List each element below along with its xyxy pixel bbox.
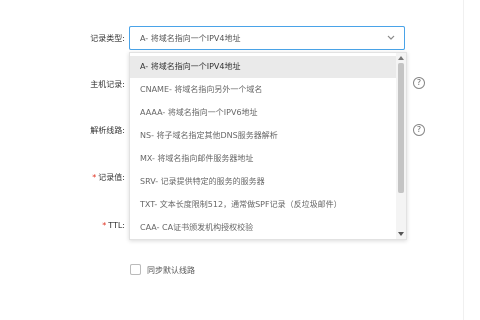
record-type-label: 记录类型: (90, 34, 125, 43)
line-label: 解析线路: (90, 126, 125, 135)
scroll-up-icon[interactable] (398, 55, 404, 61)
dropdown-scrollbar[interactable] (396, 53, 406, 239)
record-type-selected-value: A- 将域名指向一个IPV4地址 (140, 34, 241, 43)
help-icon-host[interactable]: ? (413, 77, 425, 89)
required-mark: * (92, 173, 97, 182)
sync-default-line-label: 同步默认线路 (147, 266, 195, 275)
dropdown-option-caa[interactable]: CAA- CA证书颁发机构授权校验 (130, 217, 396, 239)
record-type-dropdown: A- 将域名指向一个IPV4地址 CNAME- 将域名指向另外一个域名 AAAA… (129, 52, 407, 240)
dropdown-option-a[interactable]: A- 将域名指向一个IPV4地址 (130, 56, 396, 78)
chevron-down-icon (387, 35, 395, 40)
panel-divider (463, 0, 464, 320)
scrollbar-thumb[interactable] (398, 63, 404, 193)
sync-default-line-checkbox[interactable] (130, 264, 141, 275)
value-label: * 记录值: (92, 173, 125, 182)
host-label: 主机记录: (90, 80, 125, 89)
dropdown-option-srv[interactable]: SRV- 记录提供特定的服务的服务器 (130, 171, 396, 193)
required-mark: * (102, 221, 107, 230)
ttl-label: * TTL: (102, 221, 125, 230)
dropdown-option-mx[interactable]: MX- 将域名指向邮件服务器地址 (130, 148, 396, 170)
dropdown-option-aaaa[interactable]: AAAA- 将域名指向一个IPV6地址 (130, 102, 396, 124)
record-type-select[interactable]: A- 将域名指向一个IPV4地址 (129, 26, 405, 50)
scroll-down-icon[interactable] (398, 231, 404, 237)
help-icon-line[interactable]: ? (413, 124, 425, 136)
dropdown-option-ns[interactable]: NS- 将子域名指定其他DNS服务器解析 (130, 125, 396, 147)
dropdown-option-cname[interactable]: CNAME- 将域名指向另外一个域名 (130, 79, 396, 101)
dropdown-option-txt[interactable]: TXT- 文本长度限制512，通常做SPF记录（反垃圾邮件） (130, 194, 396, 216)
